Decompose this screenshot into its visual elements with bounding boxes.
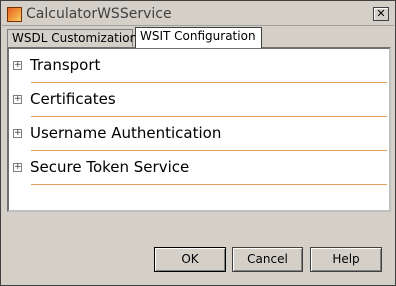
close-button[interactable]: ✕	[373, 7, 389, 21]
section-label[interactable]: Username Authentication	[30, 124, 221, 142]
tab-wsdl-customization[interactable]: WSDL Customization	[7, 29, 137, 47]
window-title: CalculatorWSService	[26, 6, 172, 22]
section-transport[interactable]: + Transport	[9, 49, 391, 83]
app-icon	[7, 7, 22, 22]
dialog-window: CalculatorWSService ✕ WSDL Customization…	[0, 0, 396, 286]
section-label[interactable]: Secure Token Service	[30, 158, 189, 176]
tab-wsit-configuration[interactable]: WSIT Configuration	[135, 27, 262, 48]
section-divider	[31, 184, 387, 185]
expand-icon[interactable]: +	[13, 163, 22, 172]
close-icon: ✕	[376, 7, 386, 20]
section-username-authentication[interactable]: + Username Authentication	[9, 117, 391, 151]
help-button[interactable]: Help	[310, 247, 382, 272]
section-label[interactable]: Transport	[30, 56, 100, 74]
title-bar[interactable]: CalculatorWSService ✕	[2, 2, 394, 26]
section-label[interactable]: Certificates	[30, 90, 116, 108]
section-certificates[interactable]: + Certificates	[9, 83, 391, 117]
ok-button[interactable]: OK	[154, 247, 226, 272]
expand-icon[interactable]: +	[13, 61, 22, 70]
section-secure-token-service[interactable]: + Secure Token Service	[9, 151, 391, 185]
configuration-panel: + Transport + Certificates + Username Au…	[7, 47, 391, 212]
expand-icon[interactable]: +	[13, 95, 22, 104]
cancel-button[interactable]: Cancel	[232, 247, 303, 272]
expand-icon[interactable]: +	[13, 129, 22, 138]
